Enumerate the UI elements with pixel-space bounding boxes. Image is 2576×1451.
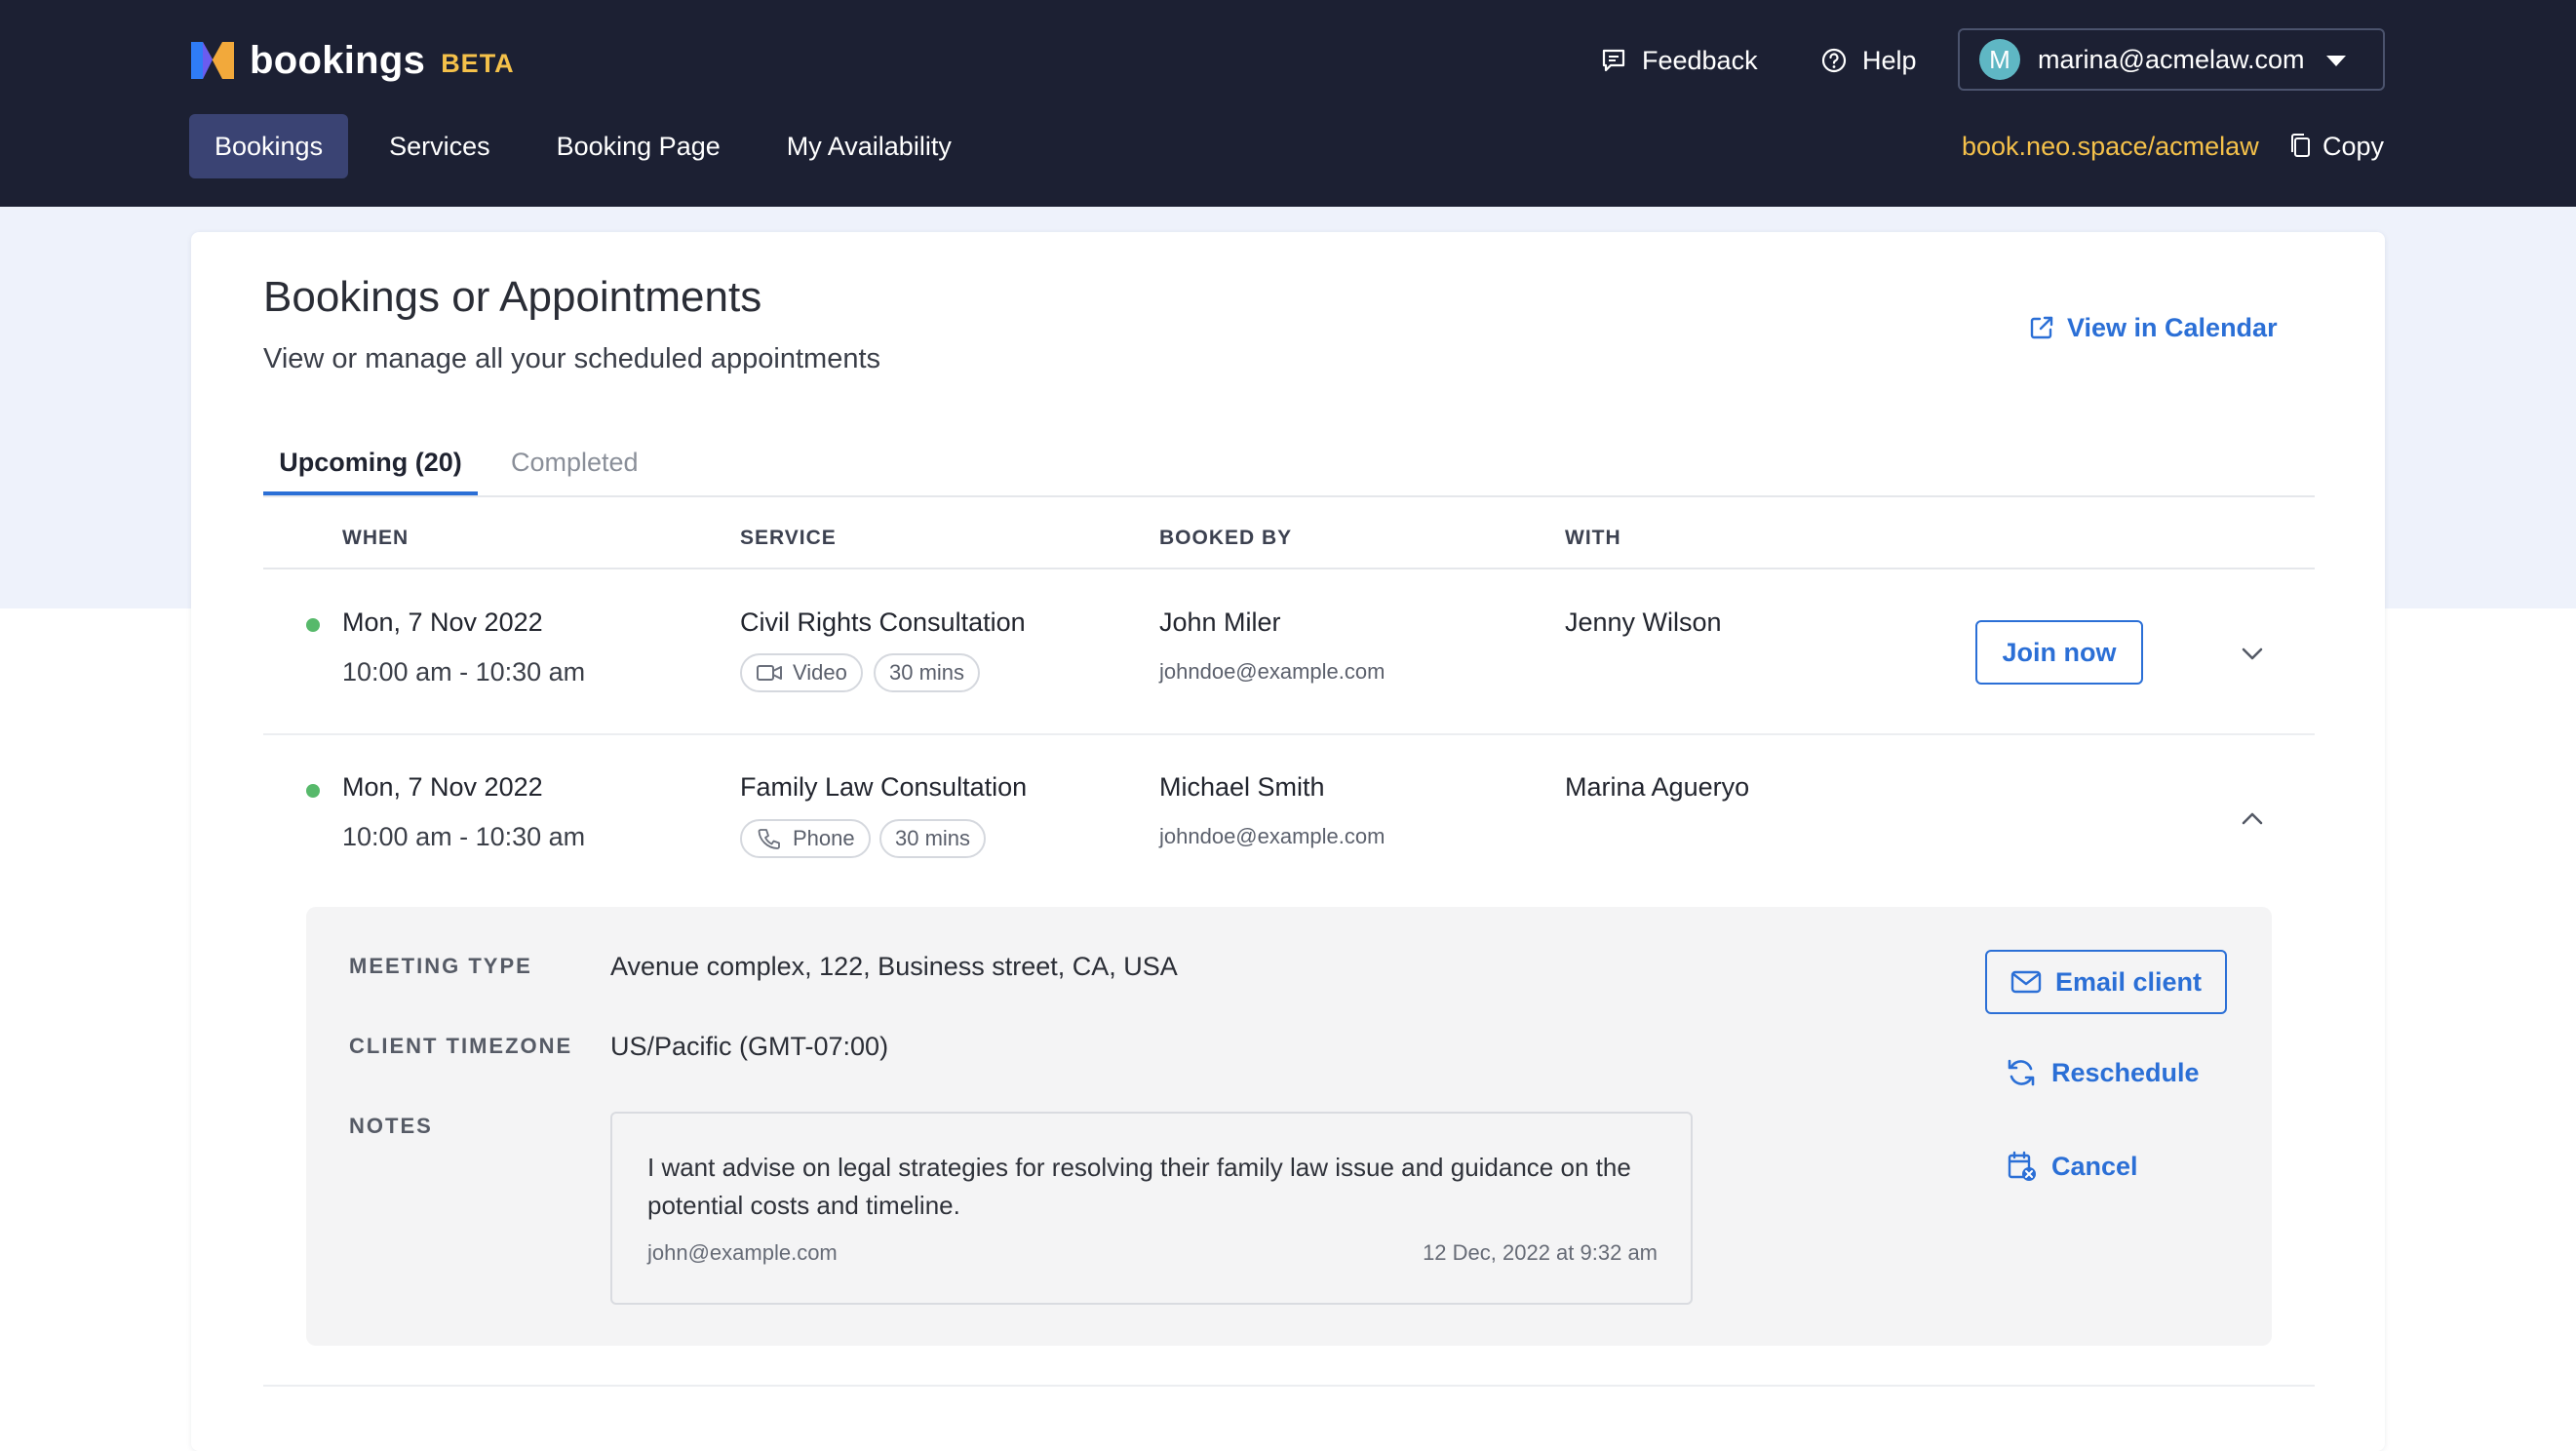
email-client-label: Email client xyxy=(2054,966,2203,997)
feedback-label: Feedback xyxy=(1642,45,1758,75)
page-subtitle: View or manage all your scheduled appoin… xyxy=(263,343,881,374)
view-in-calendar-label: View in Calendar xyxy=(2067,312,2278,342)
nav-item-services[interactable]: Services xyxy=(364,114,516,178)
status-dot xyxy=(306,784,320,798)
bookings-card: Bookings or Appointments View or manage … xyxy=(191,232,2385,1451)
tab-upcoming[interactable]: Upcoming (20) xyxy=(263,433,478,495)
booking-tabs: Upcoming (20) Completed xyxy=(263,433,2315,497)
column-header-service: SERVICE xyxy=(740,527,837,549)
email-client-button[interactable]: Email client xyxy=(1985,950,2227,1014)
nav-item-my-availability[interactable]: My Availability xyxy=(761,114,977,178)
notes-text: I want advise on legal strategies for re… xyxy=(647,1153,1631,1220)
booking-details-panel: MEETING TYPE Avenue complex, 122, Busine… xyxy=(306,907,2272,1346)
help-label: Help xyxy=(1862,45,1917,75)
help-button[interactable]: Help xyxy=(1819,39,1917,82)
booking-date: Mon, 7 Nov 2022 xyxy=(342,608,543,637)
client-timezone-label: CLIENT TIMEZONE xyxy=(349,1034,573,1058)
status-dot xyxy=(306,618,320,632)
notes-author: john@example.com xyxy=(647,1240,838,1265)
booked-by-email: johndoe@example.com xyxy=(1159,824,1386,848)
account-email: marina@acmelaw.com xyxy=(2038,44,2305,74)
client-timezone-value: US/Pacific (GMT-07:00) xyxy=(610,1032,889,1061)
page-title: Bookings or Appointments xyxy=(263,273,762,321)
mail-icon xyxy=(2010,970,2042,994)
meeting-mode-label: Phone xyxy=(793,826,855,850)
booking-page-link[interactable]: book.neo.space/acmelaw xyxy=(1962,129,2259,164)
booked-by-email: johndoe@example.com xyxy=(1159,659,1386,684)
service-name: Civil Rights Consultation xyxy=(740,608,1026,637)
column-header-booked-by: BOOKED BY xyxy=(1159,527,1293,549)
row-divider xyxy=(263,733,2315,735)
meeting-mode-chip: Video xyxy=(740,653,863,692)
booking-date: Mon, 7 Nov 2022 xyxy=(342,772,543,802)
notes-box: I want advise on legal strategies for re… xyxy=(610,1112,1693,1305)
account-menu[interactable]: M marina@acmelaw.com xyxy=(1958,28,2385,91)
column-header-with: WITH xyxy=(1565,527,1621,549)
with-name: Marina Agueryo xyxy=(1565,772,1750,802)
column-header-when: WHEN xyxy=(342,527,410,549)
duration-chip: 30 mins xyxy=(879,819,987,858)
notes-timestamp: 12 Dec, 2022 at 9:32 am xyxy=(1423,1240,1658,1265)
video-icon xyxy=(757,665,782,681)
feedback-button[interactable]: Feedback xyxy=(1599,39,1758,82)
notes-label: NOTES xyxy=(349,1114,433,1138)
meeting-type-label: MEETING TYPE xyxy=(349,954,532,978)
main-nav: Bookings Services Booking Page My Availa… xyxy=(189,114,993,178)
beta-badge: BETA xyxy=(441,48,515,78)
join-now-button[interactable]: Join now xyxy=(1975,620,2143,685)
meeting-mode-label: Video xyxy=(793,660,847,685)
reschedule-label: Reschedule xyxy=(2051,1057,2200,1087)
cancel-booking-button[interactable]: Cancel xyxy=(2005,1147,2138,1186)
top-header: bookings BETA Feedback Help M marina@acm… xyxy=(0,0,2576,207)
duration-chip: 30 mins xyxy=(874,653,981,692)
feedback-icon xyxy=(1602,49,1625,72)
external-link-icon xyxy=(2030,316,2053,339)
phone-icon xyxy=(758,829,780,849)
copy-icon xyxy=(2291,134,2310,157)
refresh-icon xyxy=(2008,1059,2035,1086)
booking-time: 10:00 am - 10:30 am xyxy=(342,822,586,851)
copy-link-button[interactable]: Copy xyxy=(2287,129,2384,164)
chevron-up-icon[interactable] xyxy=(2239,809,2266,827)
table-header-divider xyxy=(263,568,2315,569)
meeting-type-value: Avenue complex, 122, Business street, CA… xyxy=(610,952,1178,981)
service-name: Family Law Consultation xyxy=(740,772,1028,802)
brand-logo[interactable]: bookings BETA xyxy=(189,33,515,88)
cancel-label: Cancel xyxy=(2051,1151,2138,1181)
booking-time: 10:00 am - 10:30 am xyxy=(342,657,586,686)
caret-down-icon xyxy=(2326,56,2346,66)
help-icon xyxy=(1821,48,1847,73)
row-divider xyxy=(263,1385,2315,1387)
tab-completed[interactable]: Completed xyxy=(511,433,639,491)
booked-by-name: Michael Smith xyxy=(1159,772,1325,802)
with-name: Jenny Wilson xyxy=(1565,608,1722,637)
brand-name: bookings xyxy=(250,38,426,82)
copy-label: Copy xyxy=(2322,131,2385,161)
reschedule-button[interactable]: Reschedule xyxy=(2005,1053,2200,1092)
nav-item-bookings[interactable]: Bookings xyxy=(189,114,349,178)
calendar-cancel-icon xyxy=(2008,1151,2036,1181)
avatar: M xyxy=(1979,39,2020,80)
view-in-calendar-link[interactable]: View in Calendar xyxy=(2028,308,2278,347)
nav-item-booking-page[interactable]: Booking Page xyxy=(531,114,746,178)
bookings-logo-icon xyxy=(191,42,234,79)
meeting-mode-chip: Phone xyxy=(740,819,871,858)
chevron-down-icon[interactable] xyxy=(2239,646,2266,663)
booked-by-name: John Miler xyxy=(1159,608,1281,637)
